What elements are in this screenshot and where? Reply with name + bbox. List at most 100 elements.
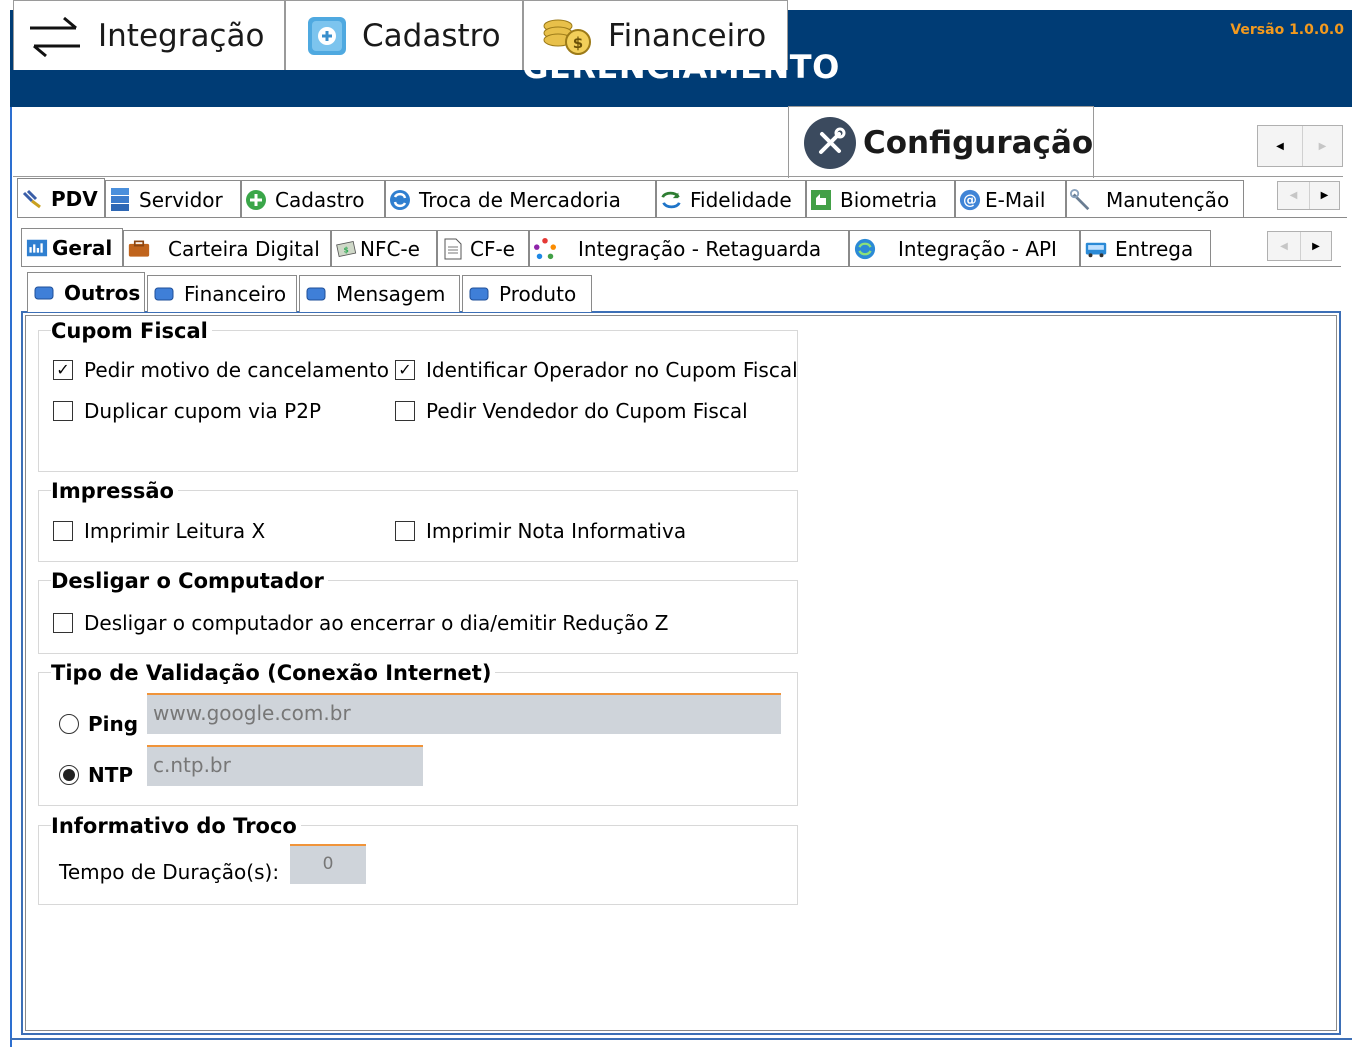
- tab-financeiro[interactable]: $ Financeiro: [523, 0, 788, 70]
- tab-manutencao[interactable]: Manutenção: [1066, 180, 1244, 218]
- arrows-exchange-icon: [26, 14, 84, 58]
- desligar-computador-checkbox[interactable]: Desligar o computador ao encerrar o dia/…: [53, 611, 669, 635]
- tab-sub-cadastro-label: Cadastro: [275, 187, 365, 212]
- troco-title: Informativo do Troco: [51, 814, 301, 838]
- tab-cadastro[interactable]: Cadastro: [285, 0, 523, 70]
- radio-icon: [59, 714, 79, 734]
- ntp-host-input[interactable]: c.ntp.br: [147, 745, 423, 786]
- tab-page-icon: [469, 287, 489, 301]
- tab-cfe[interactable]: CF-e: [437, 230, 529, 267]
- scroll-left-icon[interactable]: ◀: [1268, 232, 1300, 260]
- pedir-motivo-checkbox[interactable]: ✓ Pedir motivo de cancelamento: [53, 358, 389, 382]
- identificar-operador-label: Identificar Operador no Cupom Fiscal: [426, 358, 798, 382]
- scroll-right-icon[interactable]: ▶: [1302, 126, 1342, 166]
- tab-divider: [13, 176, 1343, 177]
- tab-carteira-digital[interactable]: Carteira Digital: [123, 230, 331, 267]
- pedir-motivo-label: Pedir motivo de cancelamento: [84, 358, 389, 382]
- tab-sub-cadastro[interactable]: Cadastro: [241, 180, 385, 218]
- tab-integracao-api[interactable]: Integração - API: [849, 230, 1080, 267]
- scroll-right-icon[interactable]: ▶: [1300, 232, 1331, 260]
- refresh-icon: [854, 238, 876, 260]
- tempo-duracao-label: Tempo de Duração(s):: [59, 860, 280, 884]
- pdv-icon: [21, 188, 43, 210]
- imprimir-nota-checkbox[interactable]: Imprimir Nota Informativa: [395, 519, 686, 543]
- identificar-operador-checkbox[interactable]: ✓ Identificar Operador no Cupom Fiscal: [395, 358, 798, 382]
- server-icon: [109, 187, 131, 211]
- tab-financeiro-sub[interactable]: Financeiro: [147, 275, 297, 312]
- tab-mensagem[interactable]: Mensagem: [299, 275, 460, 312]
- pedir-vendedor-label: Pedir Vendedor do Cupom Fiscal: [426, 399, 748, 423]
- pdv-tabs-scroller: ◀ ▶: [1267, 231, 1332, 261]
- imprimir-nota-label: Imprimir Nota Informativa: [426, 519, 687, 543]
- checkbox-icon: [395, 401, 415, 421]
- tab-financeiro-label: Financeiro: [608, 17, 767, 54]
- tab-troca-mercadoria[interactable]: Troca de Mercadoria: [385, 180, 656, 218]
- swap-icon: [389, 189, 411, 211]
- tempo-duracao-input[interactable]: 0: [290, 844, 366, 884]
- delivery-icon: [1085, 238, 1107, 260]
- ntp-label: NTP: [88, 763, 134, 787]
- tab-configuracao[interactable]: Configuração: [788, 106, 1094, 178]
- tab-geral-label: Geral: [52, 236, 113, 260]
- tab-email[interactable]: @ E-Mail: [955, 180, 1066, 218]
- duplicar-cupom-checkbox[interactable]: Duplicar cupom via P2P: [53, 399, 321, 423]
- tab-cfe-label: CF-e: [470, 237, 515, 261]
- version-label: Versão 1.0.0.0: [1230, 22, 1344, 38]
- tab-outros-label: Outros: [64, 280, 141, 305]
- validacao-title: Tipo de Validação (Conexão Internet): [51, 661, 496, 685]
- tab-pdv[interactable]: PDV: [17, 178, 105, 218]
- tab-pdv-label: PDV: [51, 186, 98, 211]
- biometrics-icon: [810, 189, 832, 211]
- loyalty-icon: [660, 189, 682, 211]
- tab-biometria[interactable]: Biometria: [806, 180, 955, 218]
- tab-page-icon: [306, 287, 326, 301]
- scroll-left-icon[interactable]: ◀: [1258, 126, 1302, 166]
- svg-text:@: @: [963, 192, 977, 208]
- sub-tabs-scroller: ◀ ▶: [1277, 181, 1340, 210]
- ping-radio[interactable]: Ping: [59, 712, 138, 736]
- add-record-icon: [306, 15, 348, 57]
- tab-carteira-digital-label: Carteira Digital: [168, 237, 320, 261]
- tab-mensagem-label: Mensagem: [336, 282, 446, 306]
- ping-host-input[interactable]: www.google.com.br: [147, 693, 781, 734]
- tab-servidor[interactable]: Servidor: [105, 180, 241, 218]
- tab-integracao[interactable]: Integração: [13, 0, 285, 70]
- checkbox-checked-icon: ✓: [395, 360, 415, 380]
- tab-entrega-label: Entrega: [1115, 237, 1194, 261]
- tab-email-label: E-Mail: [985, 187, 1046, 212]
- tab-fidelidade[interactable]: Fidelidade: [656, 180, 806, 218]
- ping-label: Ping: [88, 712, 139, 736]
- tab-cadastro-label: Cadastro: [362, 17, 501, 54]
- desligar-title: Desligar o Computador: [51, 569, 328, 593]
- tab-produto-label: Produto: [499, 282, 577, 306]
- wrench-icon: [1070, 188, 1092, 211]
- tab-geral[interactable]: Geral: [21, 228, 123, 267]
- tab-integracao-retaguarda[interactable]: Integração - Retaguarda: [529, 230, 849, 267]
- ntp-radio[interactable]: NTP: [59, 763, 133, 787]
- imprimir-leitura-x-checkbox[interactable]: Imprimir Leitura X: [53, 519, 265, 543]
- tab-nfce-label: NFC-e: [360, 237, 420, 261]
- subtab-divider: [17, 217, 1347, 218]
- pedir-vendedor-checkbox[interactable]: Pedir Vendedor do Cupom Fiscal: [395, 399, 748, 423]
- plus-circle-icon: [245, 189, 267, 211]
- tab-produto[interactable]: Produto: [462, 275, 592, 312]
- scroll-left-icon[interactable]: ◀: [1278, 182, 1309, 209]
- tab-biometria-label: Biometria: [840, 187, 938, 212]
- nfce-icon: $: [336, 238, 358, 260]
- svg-text:$: $: [573, 34, 583, 52]
- tab-outros[interactable]: Outros: [27, 272, 145, 312]
- document-icon: [442, 238, 464, 260]
- tab-entrega[interactable]: Entrega: [1080, 230, 1211, 267]
- tab-nfce[interactable]: $ NFC-e: [331, 230, 437, 267]
- tab-integracao-retaguarda-label: Integração - Retaguarda: [578, 237, 822, 261]
- tab-integracao-api-label: Integração - API: [898, 237, 1057, 261]
- scroll-right-icon[interactable]: ▶: [1309, 182, 1339, 209]
- checkbox-checked-icon: ✓: [53, 360, 73, 380]
- tab-financeiro-sub-label: Financeiro: [184, 282, 287, 306]
- tab-page-icon: [34, 286, 54, 299]
- tools-icon: [803, 116, 857, 170]
- impressao-title: Impressão: [51, 479, 178, 503]
- wallet-icon: [128, 238, 150, 260]
- general-icon: [26, 237, 48, 259]
- checkbox-icon: [53, 401, 73, 421]
